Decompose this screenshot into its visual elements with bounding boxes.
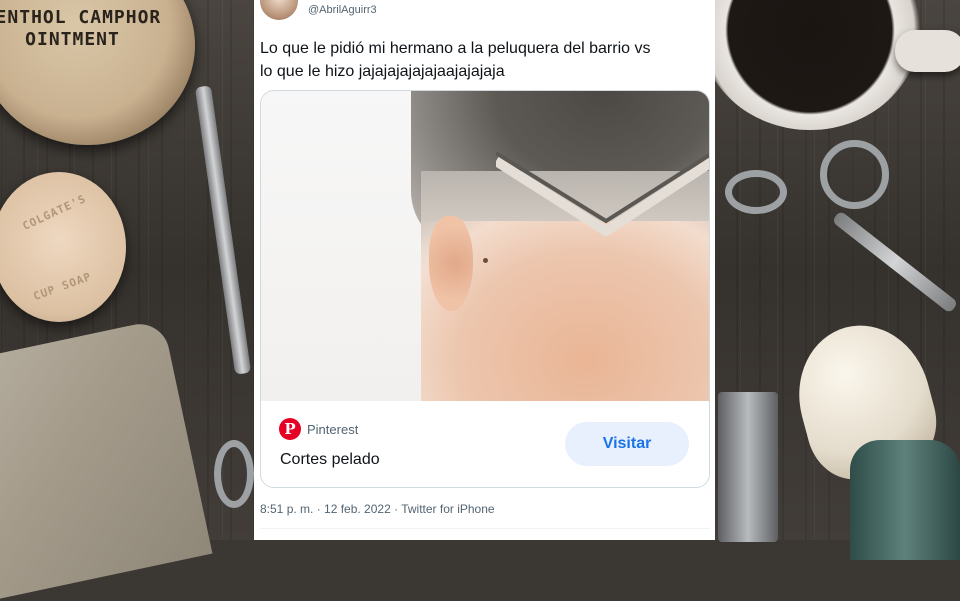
tweet-timestamp[interactable]: 8:51 p. m. · 12 feb. 2022 · Twitter for …: [260, 502, 495, 516]
pinterest-icon: P: [279, 418, 301, 440]
tin-label-line1: MENTHOL CAMPHOR: [0, 7, 162, 28]
ear-shape: [429, 216, 473, 311]
soap-label-line2: CUP SOAP: [31, 269, 94, 304]
tweet-container: @AbrilAguirr3 Lo que le pidió mi hermano…: [254, 0, 715, 540]
link-preview-card[interactable]: P Pinterest Cortes pelado Visitar: [260, 90, 710, 488]
tweet-text-line2: lo que le hizo jajajajajajajaajajajaja: [260, 63, 505, 80]
razor-image: [718, 392, 778, 542]
tin-label-line2: OINTMENT: [25, 29, 120, 50]
scissors-ring-left: [214, 440, 254, 508]
scissors-ring-right-2: [820, 140, 889, 209]
avatar[interactable]: [260, 0, 298, 20]
tweet-text-line1: Lo que le pidió mi hermano a la peluquer…: [260, 40, 651, 57]
coffee-cup-handle: [895, 30, 960, 72]
visit-button[interactable]: Visitar: [565, 422, 689, 466]
tweet-text: Lo que le pidió mi hermano a la peluquer…: [260, 37, 710, 83]
soap-label-line1: COLGATE'S: [20, 192, 89, 233]
haircut-photo[interactable]: [261, 91, 709, 401]
card-source: Pinterest: [307, 422, 359, 437]
card-footer: P Pinterest Cortes pelado Visitar: [261, 401, 709, 487]
v-design-line: [496, 151, 709, 236]
card-title[interactable]: Cortes pelado: [280, 451, 380, 469]
scissors-ring-right-1: [725, 170, 787, 214]
divider: [260, 528, 710, 529]
mole-dot: [483, 258, 488, 263]
shaving-brush-handle: [850, 440, 960, 560]
user-handle[interactable]: @AbrilAguirr3: [308, 4, 377, 16]
